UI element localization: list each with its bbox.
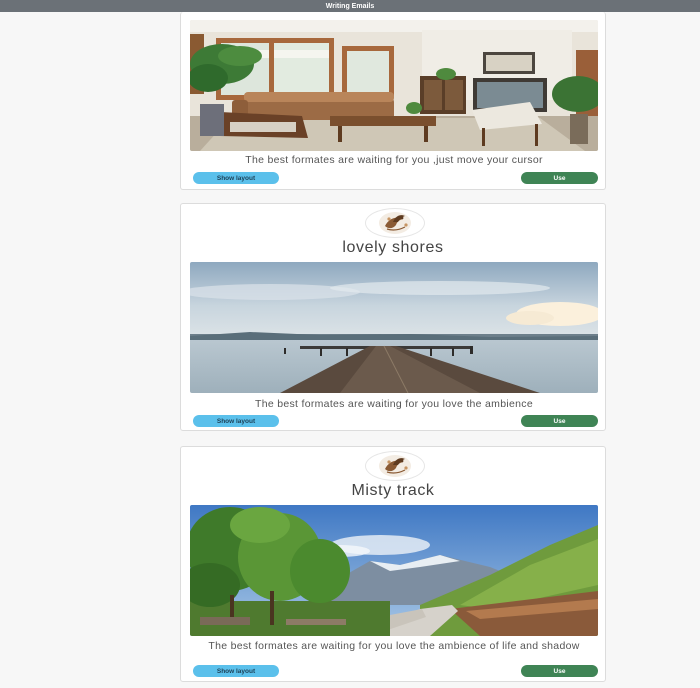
show-layout-button[interactable]: Show layout xyxy=(193,415,279,427)
template-card: Misty track The best formates are waitin… xyxy=(180,446,606,682)
template-card: lovely shores The best formates are wait… xyxy=(180,203,606,431)
card-caption: The best formates are waiting for you lo… xyxy=(208,640,580,652)
bird-emblem-icon xyxy=(365,208,425,238)
card-caption: The best formates are waiting for you ,j… xyxy=(245,154,543,166)
card-title: lovely shores xyxy=(342,239,444,256)
use-button[interactable]: Use xyxy=(521,172,598,184)
use-button[interactable]: Use xyxy=(521,415,598,427)
bird-emblem-icon xyxy=(365,451,425,481)
show-layout-button[interactable]: Show layout xyxy=(193,665,279,677)
card-caption: The best formates are waiting for you lo… xyxy=(255,398,533,410)
living-room-photo xyxy=(190,20,598,151)
card-title: Misty track xyxy=(351,482,435,499)
template-card: The best formates are waiting for you ,j… xyxy=(180,12,606,190)
app-title-bar: Writing Emails xyxy=(0,0,700,12)
pier-lake-photo xyxy=(190,262,598,393)
use-button[interactable]: Use xyxy=(521,665,598,677)
show-layout-button[interactable]: Show layout xyxy=(193,172,279,184)
app-title: Writing Emails xyxy=(325,2,375,10)
mountain-road-photo xyxy=(190,505,598,636)
